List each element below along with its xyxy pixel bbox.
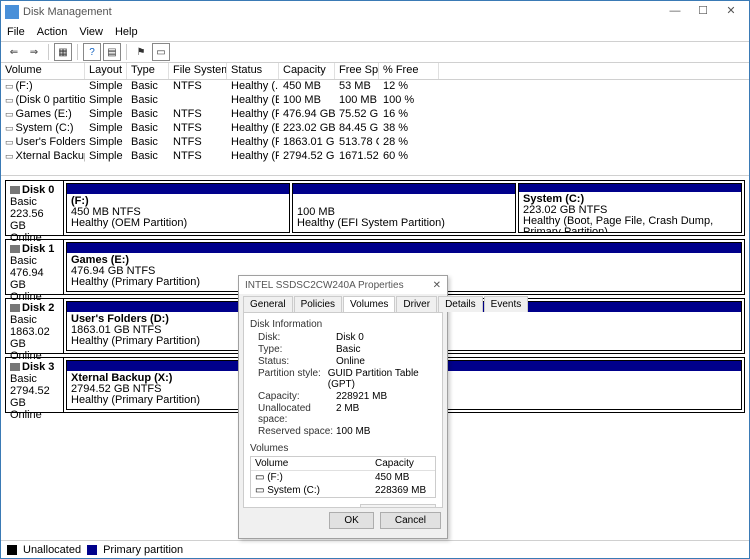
legend-unallocated-swatch xyxy=(7,545,17,555)
forward-button[interactable]: ⇒ xyxy=(25,43,43,61)
info-row: Unallocated space:2 MB xyxy=(258,403,436,425)
col-free[interactable]: Free Spa... xyxy=(335,63,379,79)
disk-row: Disk 0Basic223.56 GBOnline(F:)450 MB NTF… xyxy=(5,180,745,236)
back-button[interactable]: ⇐ xyxy=(5,43,23,61)
partition[interactable]: (F:)450 MB NTFSHealthy (OEM Partition) xyxy=(66,183,290,233)
tab-details[interactable]: Details xyxy=(438,296,483,312)
col-fs[interactable]: File System xyxy=(169,63,227,79)
close-button[interactable]: ✕ xyxy=(717,3,745,21)
toolbar-button-3[interactable]: ⚑ xyxy=(132,43,150,61)
volume-row[interactable]: ▭ (F:)450 MB xyxy=(251,471,435,484)
tab-policies[interactable]: Policies xyxy=(294,296,342,312)
tab-events[interactable]: Events xyxy=(484,296,529,312)
col-layout[interactable]: Layout xyxy=(85,63,127,79)
grid-header: Volume Layout Type File System Status Ca… xyxy=(1,63,749,80)
tab-driver[interactable]: Driver xyxy=(396,296,437,312)
col-pct[interactable]: % Free xyxy=(379,63,439,79)
table-row[interactable]: System (C:)SimpleBasicNTFSHealthy (B...2… xyxy=(1,122,749,136)
info-row: Reserved space:100 MB xyxy=(258,426,436,437)
disk-label[interactable]: Disk 3Basic2794.52 GBOnline xyxy=(6,358,64,412)
menu-help[interactable]: Help xyxy=(115,26,138,38)
legend-primary: Primary partition xyxy=(103,544,183,556)
volume-row[interactable]: ▭ System (C:)228369 MB xyxy=(251,484,435,497)
tab-volumes-body: Disk Information Disk:Disk 0Type:BasicSt… xyxy=(243,312,443,508)
cancel-button[interactable]: Cancel xyxy=(380,512,441,529)
volume-grid: Volume Layout Type File System Status Ca… xyxy=(1,63,749,176)
tab-volumes[interactable]: Volumes xyxy=(343,296,395,312)
table-row[interactable]: Xternal Backup (X:)SimpleBasicNTFSHealth… xyxy=(1,150,749,164)
volumes-col-capacity: Capacity xyxy=(375,458,431,469)
disk-label[interactable]: Disk 1Basic476.94 GBOnline xyxy=(6,240,64,294)
volumes-col-volume: Volume xyxy=(255,458,375,469)
ok-button[interactable]: OK xyxy=(329,512,373,529)
help-icon[interactable]: ? xyxy=(83,43,101,61)
dialog-tabs: GeneralPoliciesVolumesDriverDetailsEvent… xyxy=(239,294,447,312)
toolbar-button-4[interactable]: ▭ xyxy=(152,43,170,61)
legend: Unallocated Primary partition xyxy=(1,540,749,558)
dialog-titlebar[interactable]: INTEL SSDSC2CW240A Properties ✕ xyxy=(239,276,447,294)
info-row: Type:Basic xyxy=(258,344,436,355)
titlebar: Disk Management — ☐ ✕ xyxy=(1,1,749,23)
volumes-label: Volumes xyxy=(250,443,436,454)
toolbar: ⇐ ⇒ ▦ ? ▤ ⚑ ▭ xyxy=(1,41,749,63)
menubar: File Action View Help xyxy=(1,23,749,41)
disk-label[interactable]: Disk 2Basic1863.02 GBOnline xyxy=(6,299,64,353)
table-row[interactable]: (F:)SimpleBasicNTFSHealthy (...450 MB53 … xyxy=(1,80,749,94)
col-volume[interactable]: Volume xyxy=(1,63,85,79)
volumes-list[interactable]: Volume Capacity ▭ (F:)450 MB▭ System (C:… xyxy=(250,456,436,498)
menu-file[interactable]: File xyxy=(7,26,25,38)
table-row[interactable]: (Disk 0 partition 2)SimpleBasicHealthy (… xyxy=(1,94,749,108)
app-icon xyxy=(5,5,19,19)
partition[interactable]: 100 MBHealthy (EFI System Partition) xyxy=(292,183,516,233)
toolbar-button-1[interactable]: ▦ xyxy=(54,43,72,61)
disk-info-label: Disk Information xyxy=(250,319,436,330)
partition[interactable]: System (C:)223.02 GB NTFSHealthy (Boot, … xyxy=(518,183,742,233)
info-row: Partition style:GUID Partition Table (GP… xyxy=(258,368,436,390)
tab-general[interactable]: General xyxy=(243,296,293,312)
dialog-close-icon[interactable]: ✕ xyxy=(433,280,441,291)
minimize-button[interactable]: — xyxy=(661,3,689,21)
table-row[interactable]: User's Folders (D:)SimpleBasicNTFSHealth… xyxy=(1,136,749,150)
info-row: Capacity:228921 MB xyxy=(258,391,436,402)
menu-action[interactable]: Action xyxy=(37,26,68,38)
col-type[interactable]: Type xyxy=(127,63,169,79)
dialog-title: INTEL SSDSC2CW240A Properties xyxy=(245,280,433,291)
menu-view[interactable]: View xyxy=(79,26,103,38)
legend-primary-swatch xyxy=(87,545,97,555)
table-row[interactable]: Games (E:)SimpleBasicNTFSHealthy (P...47… xyxy=(1,108,749,122)
properties-button: Properties xyxy=(360,504,436,508)
col-capacity[interactable]: Capacity xyxy=(279,63,335,79)
info-row: Disk:Disk 0 xyxy=(258,332,436,343)
info-row: Status:Online xyxy=(258,356,436,367)
disk-label[interactable]: Disk 0Basic223.56 GBOnline xyxy=(6,181,64,235)
properties-dialog: INTEL SSDSC2CW240A Properties ✕ GeneralP… xyxy=(238,275,448,539)
toolbar-button-2[interactable]: ▤ xyxy=(103,43,121,61)
window-title: Disk Management xyxy=(23,6,661,18)
maximize-button[interactable]: ☐ xyxy=(689,3,717,21)
col-status[interactable]: Status xyxy=(227,63,279,79)
legend-unallocated: Unallocated xyxy=(23,544,81,556)
